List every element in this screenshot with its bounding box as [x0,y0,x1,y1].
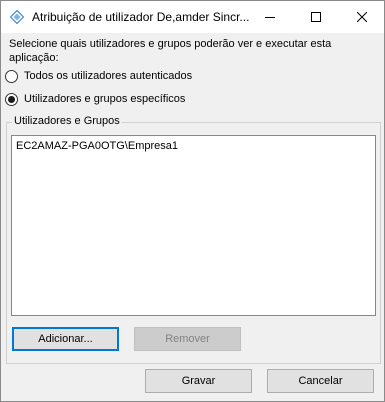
radio-label-specific-users: Utilizadores e grupos específicos [24,93,186,105]
radio-button-selected[interactable] [5,92,18,106]
groupbox-legend: Utilizadores e Grupos [12,114,122,128]
add-button[interactable]: Adicionar... [12,327,119,351]
dialog-window: Atribuição de utilizador De,amder Sincr.… [0,0,385,402]
cancel-button[interactable]: Cancelar [267,369,374,393]
remove-button[interactable]: Remover [134,327,241,351]
title-bar[interactable]: Atribuição de utilizador De,amder Sincr.… [1,1,384,33]
users-groups-list[interactable]: EC2AMAZ-PGA0OTG\Empresa1 [11,135,376,316]
radio-all-authenticated[interactable]: Todos os utilizadores autenticados [5,68,192,84]
maximize-icon [311,12,321,22]
save-button[interactable]: Gravar [145,369,252,393]
app-icon [10,10,24,24]
instruction-text: Selecione quais utilizadores e grupos po… [9,38,332,64]
maximize-button[interactable] [293,1,339,33]
minimize-button[interactable] [247,1,293,33]
radio-button[interactable] [5,69,18,83]
radio-specific-users[interactable]: Utilizadores e grupos específicos [5,91,185,107]
radio-label-all-authenticated: Todos os utilizadores autenticados [24,70,193,82]
list-item[interactable]: EC2AMAZ-PGA0OTG\Empresa1 [16,139,178,153]
close-icon [357,12,367,22]
window-title: Atribuição de utilizador De,amder Sincr.… [32,10,250,24]
minimize-icon [265,17,275,18]
close-button[interactable] [339,1,385,33]
